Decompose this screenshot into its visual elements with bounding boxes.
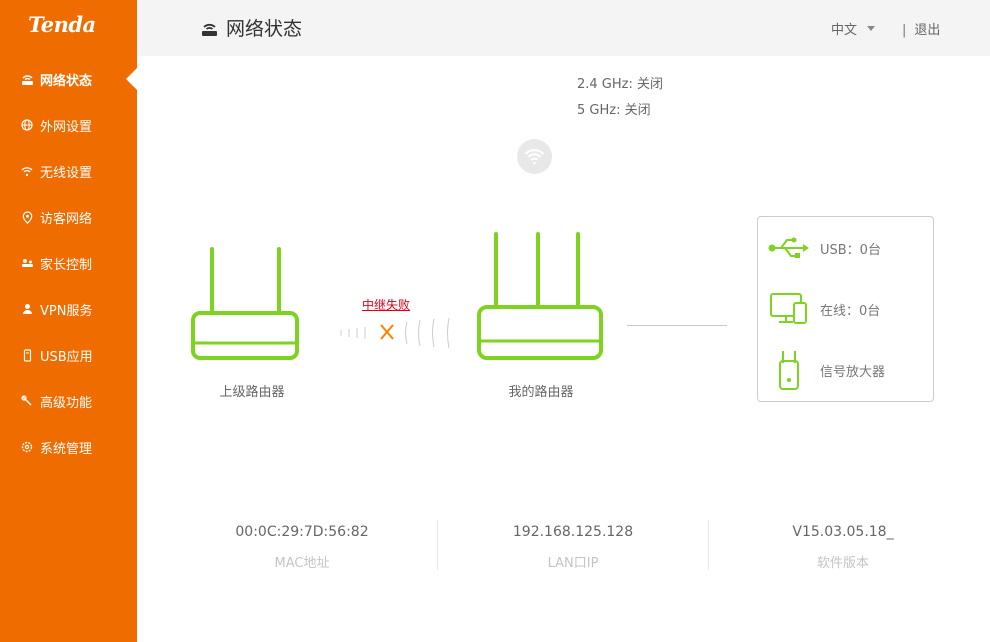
sidebar-item-guest-network[interactable]: 访客网络 <box>0 194 137 240</box>
software-version-label: 软件版本 <box>816 556 869 571</box>
mac-address-stat: 00:0C:29:7D:56:82 MAC地址 <box>182 524 422 571</box>
upstream-router-icon[interactable] <box>191 246 299 360</box>
sidebar-item-wireless-settings[interactable]: 无线设置 <box>0 148 137 194</box>
lan-ip-label: LAN口IP <box>547 556 599 571</box>
language-select[interactable]: 中文 <box>831 19 876 38</box>
sidebar-item-label: 无线设置 <box>40 165 93 181</box>
sidebar-item-label: VPN服务 <box>40 303 93 319</box>
router-status-icon <box>201 20 218 36</box>
tenda-logo: Tenda <box>28 12 96 37</box>
lan-ip-value: 192.168.125.128 <box>512 524 634 540</box>
wifi-5ghz-status: 5 GHz: 关闭 <box>577 103 651 118</box>
parental-control-icon <box>20 256 34 270</box>
usb-devices-row[interactable]: USB：0台 <box>768 235 881 261</box>
extender-icon <box>768 349 810 391</box>
usb-icon <box>768 235 810 261</box>
sidebar-item-label: 网络状态 <box>40 73 93 89</box>
sidebar-item-usb[interactable]: USB应用 <box>0 332 137 378</box>
sidebar-item-label: 家长控制 <box>40 257 93 273</box>
online-devices-row[interactable]: 在线：0台 <box>768 292 880 326</box>
connection-line <box>627 325 727 326</box>
gear-icon <box>20 440 34 454</box>
sidebar-item-label: 访客网络 <box>40 211 93 227</box>
signal-extender-row[interactable]: 信号放大器 <box>768 349 885 391</box>
lan-ip-stat: 192.168.125.128 LAN口IP <box>453 524 693 571</box>
extender-label: 信号放大器 <box>820 364 886 380</box>
sidebar-item-advanced[interactable]: 高级功能 <box>0 378 137 424</box>
wifi-icon[interactable] <box>517 139 552 174</box>
stat-divider <box>437 520 438 570</box>
upstream-router-label: 上级路由器 <box>219 385 285 400</box>
globe-icon <box>20 118 34 132</box>
top-header: 网络状态 中文 | 退出 <box>137 0 990 56</box>
my-router-label: 我的路由器 <box>508 385 574 400</box>
mac-address-value: 00:0C:29:7D:56:82 <box>235 524 369 540</box>
usb-count: USB：0台 <box>820 242 881 258</box>
software-version-value: V15.03.05.18_ <box>792 524 894 540</box>
logout-label: 退出 <box>914 23 941 38</box>
language-value: 中文 <box>831 23 858 38</box>
sidebar-item-label: 外网设置 <box>40 119 93 135</box>
my-router-icon[interactable] <box>476 230 604 361</box>
sidebar-item-label: 系统管理 <box>40 441 93 457</box>
sidebar-item-parental-control[interactable]: 家长控制 <box>0 240 137 286</box>
logout-link[interactable]: | 退出 <box>902 19 940 38</box>
relay-failure-link[interactable]: 中继失败 <box>362 296 410 313</box>
sidebar-item-label: 高级功能 <box>40 395 93 411</box>
sidebar-nav: 网络状态 外网设置 无线设置 访客网络 家长控制 VPN服务 USB应用 高级功… <box>0 56 137 470</box>
online-count: 在线：0台 <box>820 303 881 319</box>
header-separator: | <box>902 23 907 38</box>
weak-signal-icon <box>337 316 461 350</box>
vpn-user-icon <box>20 302 34 316</box>
wifi-24ghz-status: 2.4 GHz: 关闭 <box>577 77 663 92</box>
client-summary-box: USB：0台 在线：0台 信号放大器 <box>757 216 934 402</box>
page-title: 网络状态 <box>201 14 302 41</box>
wifi-icon <box>20 164 34 178</box>
stat-divider <box>708 520 709 570</box>
sidebar-item-label: USB应用 <box>40 349 93 365</box>
sidebar-item-wan-settings[interactable]: 外网设置 <box>0 102 137 148</box>
sidebar: Tenda 网络状态 外网设置 无线设置 访客网络 家长控制 VPN服务 USB… <box>0 0 137 642</box>
sidebar-item-system[interactable]: 系统管理 <box>0 424 137 470</box>
devices-icon <box>768 292 810 326</box>
sidebar-item-network-status[interactable]: 网络状态 <box>0 56 137 102</box>
guest-pin-icon <box>20 210 34 224</box>
software-version-stat: V15.03.05.18_ 软件版本 <box>723 524 963 571</box>
tools-icon <box>20 394 34 408</box>
sidebar-item-vpn[interactable]: VPN服务 <box>0 286 137 332</box>
chevron-down-icon <box>867 26 876 31</box>
router-status-icon <box>20 72 34 86</box>
mac-address-label: MAC地址 <box>274 556 330 571</box>
usb-icon <box>20 348 34 362</box>
page-title-text: 网络状态 <box>226 18 303 40</box>
